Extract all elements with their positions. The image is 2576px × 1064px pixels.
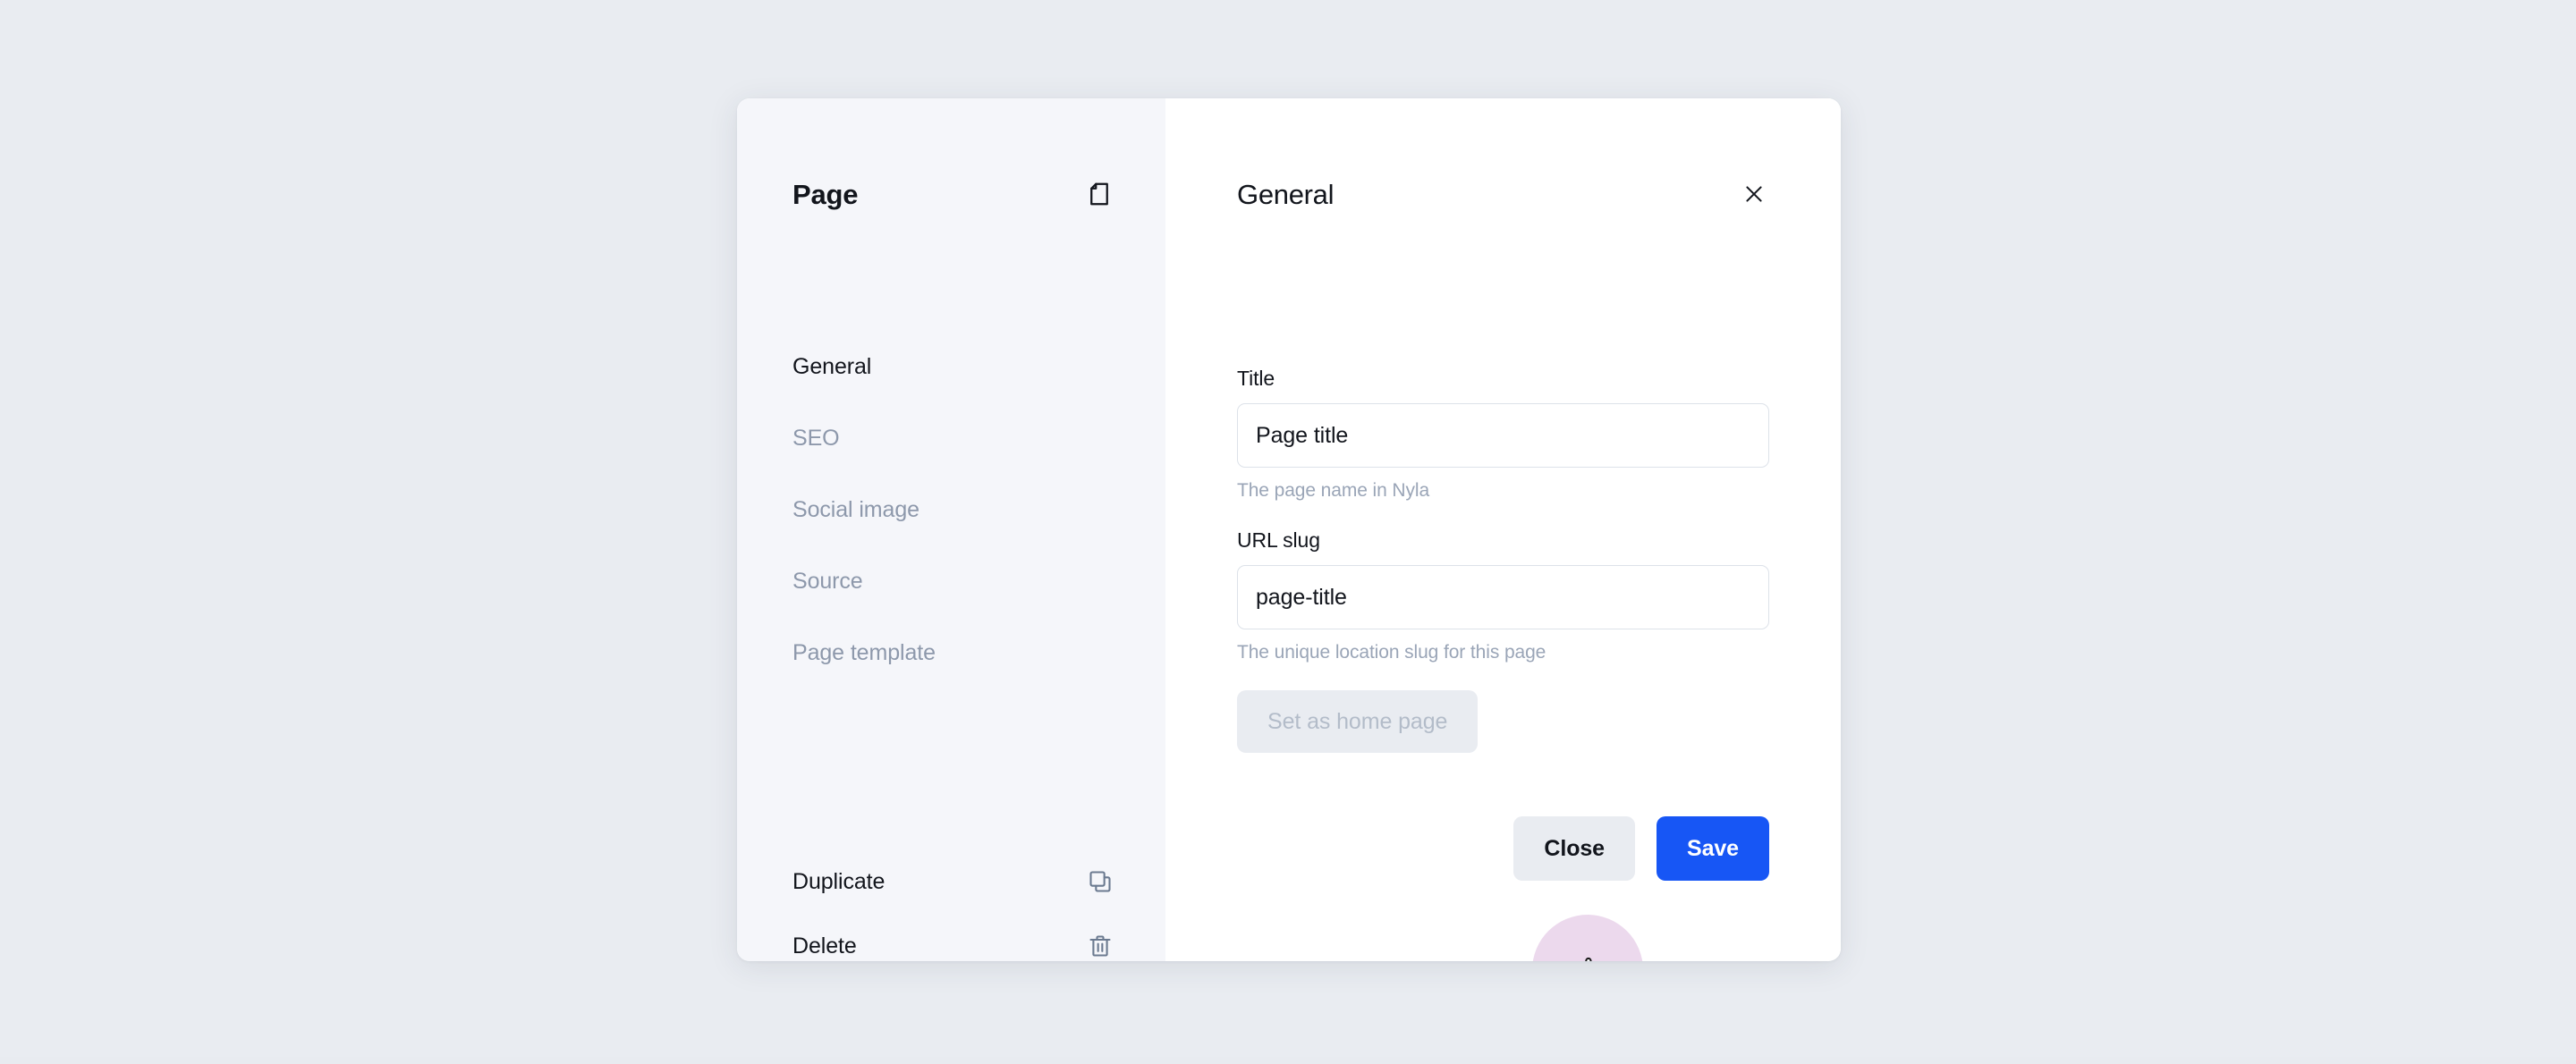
document-icon [1086,181,1113,207]
sidebar-item-label: General [792,353,872,379]
general-settings-form: Title The page name in Nyla URL slug The… [1237,367,1769,753]
close-button[interactable]: Close [1513,816,1635,881]
page-settings-modal: Page General SEO Social image Source Pag… [737,98,1841,961]
title-input[interactable] [1237,403,1769,468]
sidebar-item-social-image[interactable]: Social image [792,494,1114,526]
url-slug-field-help: The unique location slug for this page [1237,642,1546,663]
sidebar-actions: Duplicate Delete [792,864,1113,961]
duplicate-page-button[interactable]: Duplicate [792,864,1113,899]
modal-sidebar: Page General SEO Social image Source Pag… [737,98,1643,961]
modal-footer-actions: Close Save [1513,816,1769,881]
sidebar-item-general[interactable]: General [792,350,1114,383]
trash-icon [1088,933,1113,958]
sidebar-item-seo[interactable]: SEO [792,422,1114,454]
sidebar-title: Page [792,178,859,210]
close-icon [1742,182,1766,206]
save-button[interactable]: Save [1657,816,1769,881]
copy-icon [1088,869,1113,894]
title-field-label: Title [1237,367,1275,390]
title-field-help: The page name in Nyla [1237,480,1430,501]
url-slug-input[interactable] [1237,565,1769,629]
delete-label: Delete [792,933,857,958]
sidebar-item-page-template[interactable]: Page template [792,637,1114,669]
set-as-home-page-button[interactable]: Set as home page [1237,690,1479,753]
page-title: General [1237,178,1335,210]
sidebar-item-label: Source [792,568,863,594]
sidebar-item-label: Social image [792,496,919,522]
duplicate-label: Duplicate [792,868,886,894]
sidebar-item-label: SEO [792,425,840,451]
app-root: Page General SEO Social image Source Pag… [0,0,2576,1064]
sidebar-item-label: Page template [792,639,936,665]
main-panel-header: General [1237,173,1769,215]
title-field-group: Title The page name in Nyla [1237,367,1769,502]
sidebar-header: Page [792,173,1113,215]
close-modal-button[interactable] [1739,179,1769,209]
modal-main-panel: General Title The page name in Nyla [1165,98,1841,961]
delete-page-button[interactable]: Delete [792,928,1113,961]
sidebar-nav: General SEO Social image Source Page tem… [792,350,1114,669]
url-slug-field-label: URL slug [1237,528,1320,552]
url-slug-field-group: URL slug The unique location slug for th… [1237,528,1769,663]
sidebar-item-source[interactable]: Source [792,565,1114,597]
